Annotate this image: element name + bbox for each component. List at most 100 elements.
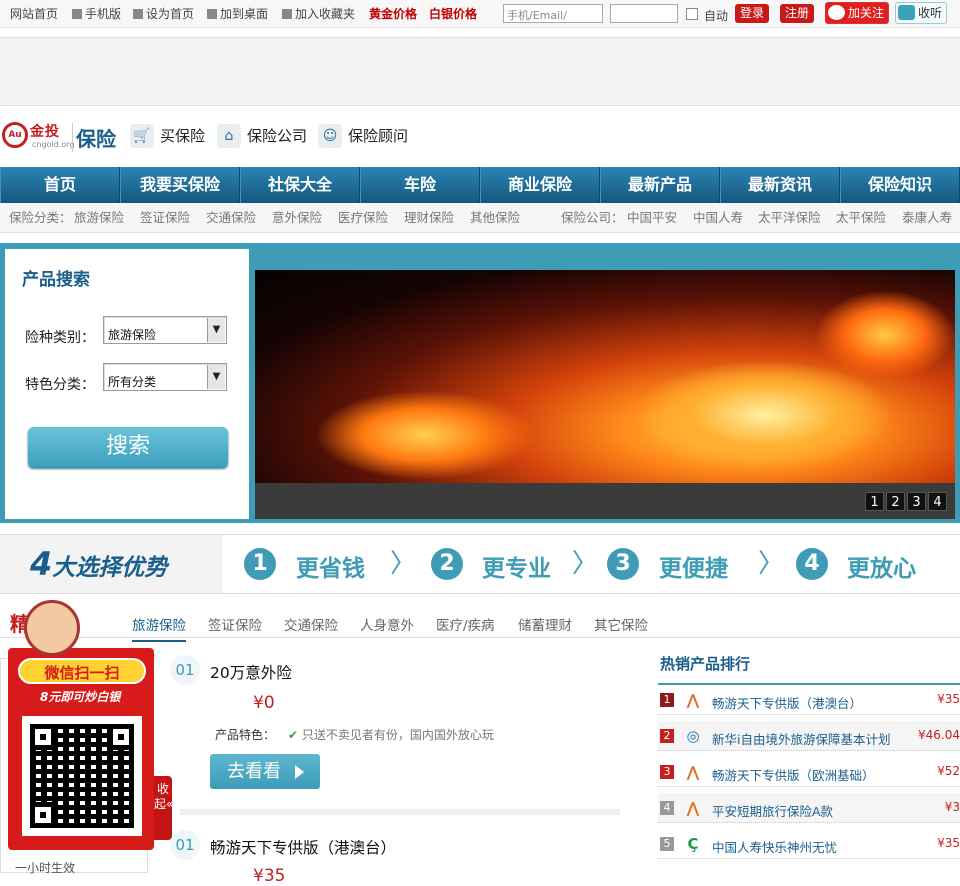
subnav-company[interactable]: 太平洋保险 [758,203,821,233]
header-nav-advisor[interactable]: ☺ 保险顾问 [318,124,408,148]
folder-icon [282,9,292,19]
search-title: 产品搜索 [22,270,90,290]
nav-social-security[interactable]: 社保大全 [240,167,360,203]
hero-carousel[interactable]: 1 2 3 4 [255,270,955,519]
desktop-icon [207,9,217,19]
carousel-page-4[interactable]: 4 [928,492,947,511]
popup-caption: 微信扫一扫 [18,658,146,684]
hot-row[interactable]: 3 ⋀ 畅游天下专供版（欧洲基础） ¥52 [658,757,960,787]
login-username-input[interactable]: 手机/Email/ [503,4,603,23]
subnav-company[interactable]: 中国平安 [627,203,677,233]
subnav-cat[interactable]: 意外保险 [272,203,322,233]
chevron-right-icon: 〉 [572,549,599,579]
login-password-input[interactable] [610,4,678,23]
feature-select[interactable]: 所有分类 ▼ [103,363,227,391]
advantage-text: 更省钱 [296,556,365,582]
hot-row[interactable]: 4 ⋀ 平安短期旅行保险A款 ¥3 [658,793,960,823]
subnav-company[interactable]: 中国人寿 [693,203,743,233]
house-icon: ⌂ [217,124,241,148]
hot-product-price: ¥35 [937,692,960,706]
logo-mark-icon: Au [2,122,28,148]
header-nav-companies[interactable]: ⌂ 保险公司 [217,124,307,148]
product-feature-label: 产品特色： [215,728,276,742]
chevron-right-icon: 〉 [390,549,417,579]
hot-product-name: 中国人寿快乐神州无忧 [712,840,838,855]
subnav-company[interactable]: 太平保险 [836,203,886,233]
advantage-text: 更放心 [847,556,916,582]
collapse-popup-button[interactable]: 收起« [154,776,173,840]
link-mobile[interactable]: 手机版 [72,5,121,22]
hot-title: 热销产品排行 [660,655,751,673]
link-add-favorites[interactable]: 加入收藏夹 [282,5,355,22]
login-button[interactable]: 登录 [735,4,770,23]
link-home[interactable]: 网站首页 [10,5,58,22]
rank-badge: 1 [660,693,674,707]
hot-row[interactable]: 1 ⋀ 畅游天下专供版（港澳台） ¥35 [658,685,960,715]
hot-product-name: 平安短期旅行保险A款 [712,804,834,819]
nav-new-products[interactable]: 最新产品 [600,167,720,203]
tab-accident[interactable]: 人身意外 [360,614,414,634]
divider [180,809,620,815]
tab-other[interactable]: 其它保险 [594,614,648,634]
nav-knowledge[interactable]: 保险知识 [840,167,960,203]
hot-product-name: 畅游天下专供版（港澳台） [712,696,863,711]
tab-medical[interactable]: 医疗/疾病 [436,614,495,634]
carousel-caption-bar [255,483,955,519]
rank-badge: 3 [660,765,674,779]
carousel-page-3[interactable]: 3 [907,492,926,511]
link-add-desktop[interactable]: 加到桌面 [207,5,268,22]
subnav-cat[interactable]: 签证保险 [140,203,190,233]
subnav-cat[interactable]: 旅游保险 [74,203,124,233]
carousel-page-1[interactable]: 1 [865,492,884,511]
subnav-cat[interactable]: 其他保险 [470,203,520,233]
advantage-number: 3 [607,548,639,580]
header-nav-buy[interactable]: 🛒 买保险 [130,124,205,148]
subnav-cat[interactable]: 交通保险 [206,203,256,233]
listen-button[interactable]: 收听 [895,2,948,24]
insurer-logo-icon: ⋀ [686,691,700,709]
category-label: 保险分类： [9,210,72,225]
product-index: 01 [170,655,200,685]
insurer-logo-icon: ⋀ [686,763,700,781]
product-price: ¥0 [253,693,275,713]
product-name[interactable]: 20万意外险 [210,661,292,683]
hot-product-name: 畅游天下专供版（欧洲基础） [712,768,875,783]
hot-product-price: ¥52 [937,764,960,778]
subnav-company[interactable]: 泰康人寿 [902,203,952,233]
hot-product-price: ¥35 [937,836,960,850]
tab-traffic[interactable]: 交通保险 [284,614,338,634]
main-nav: 首页 我要买保险 社保大全 车险 商业保险 最新产品 最新资讯 保险知识 [0,167,960,203]
nav-buy-insurance[interactable]: 我要买保险 [120,167,240,203]
logo-domain: cngold.org [32,140,75,149]
hot-row[interactable]: 2 ◎ 新华i自由境外旅游保障基本计划 ¥46.04 [658,721,960,751]
top-bar: 网站首页 手机版 设为首页 加到桌面 加入收藏夹 黄金价格 白银价格 手机/Em… [0,0,960,28]
product-feature: ✔ 只送不卖见者有份，国内国外放心玩 [288,728,494,742]
tab-travel[interactable]: 旅游保险 [132,614,186,642]
link-gold-price[interactable]: 黄金价格 [369,5,417,22]
nav-car-insurance[interactable]: 车险 [360,167,480,203]
register-button[interactable]: 注册 [780,4,815,23]
auto-login-checkbox[interactable] [686,8,698,20]
hot-row[interactable]: 5 Ç 中国人寿快乐神州无忧 ¥35 [658,829,960,859]
weibo-follow-button[interactable]: 加关注 [825,2,890,24]
type-select[interactable]: 旅游保险 ▼ [103,316,227,344]
tab-visa[interactable]: 签证保险 [208,614,262,634]
mobile-icon [72,9,82,19]
subnav-cat[interactable]: 理财保险 [404,203,454,233]
search-button[interactable]: 搜索 [28,427,228,467]
carousel-page-2[interactable]: 2 [886,492,905,511]
flame-glow [635,360,895,470]
feature-label: 特色分类： [25,377,95,393]
nav-commercial-insurance[interactable]: 商业保险 [480,167,600,203]
ad-banner-placeholder [0,37,960,106]
nav-home[interactable]: 首页 [0,167,120,203]
subnav-cat[interactable]: 医疗保险 [338,203,388,233]
view-product-button[interactable]: 去看看 [210,754,320,789]
tab-savings[interactable]: 储蓄理财 [518,614,572,634]
rank-badge: 2 [660,729,674,743]
link-silver-price[interactable]: 白银价格 [429,5,477,22]
product-name[interactable]: 畅游天下专供版（港澳台） [210,836,396,858]
nav-news[interactable]: 最新资讯 [720,167,840,203]
link-set-homepage[interactable]: 设为首页 [133,5,194,22]
people-icon: ☺ [318,124,342,148]
